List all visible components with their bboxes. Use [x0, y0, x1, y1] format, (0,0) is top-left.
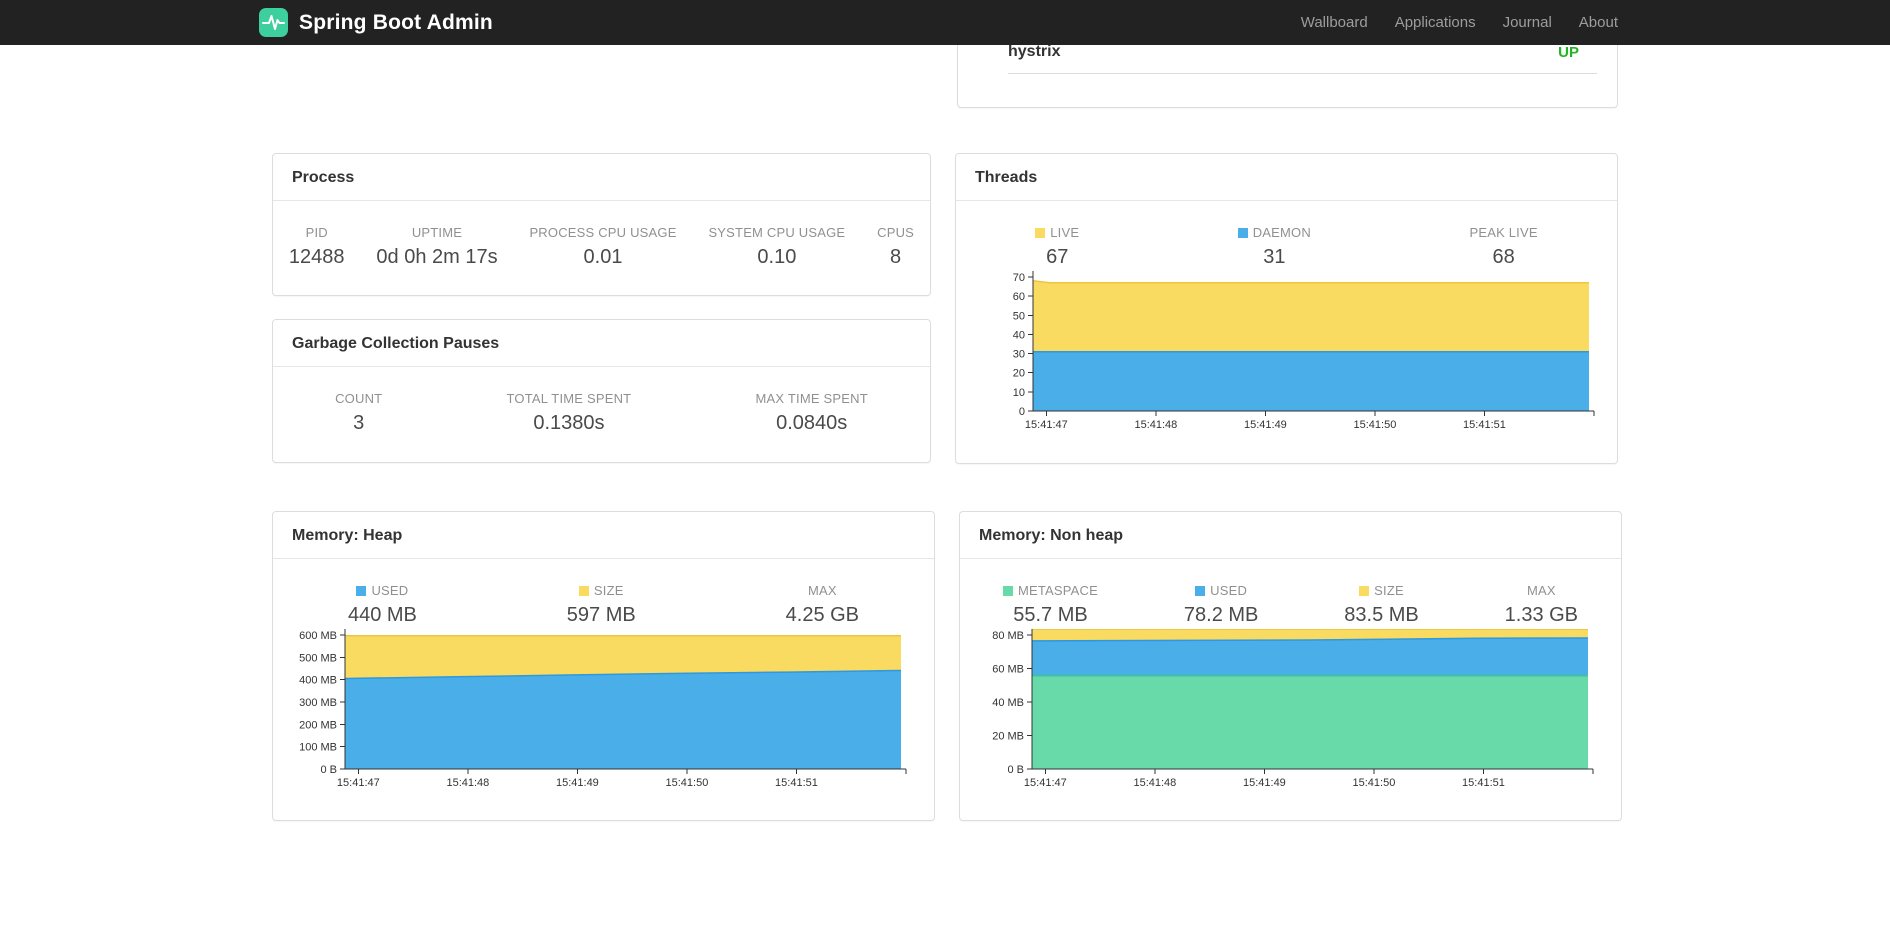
- threads-panel: Threads LIVE 67 DAEMON 31 PEAK LIVE 68 0…: [955, 153, 1618, 464]
- process-panel-title: Process: [273, 154, 930, 201]
- memory-nonheap-title: Memory: Non heap: [960, 512, 1621, 559]
- svg-text:0 B: 0 B: [1007, 764, 1024, 776]
- svg-text:15:41:51: 15:41:51: [1462, 777, 1505, 789]
- svg-text:400 MB: 400 MB: [299, 675, 337, 687]
- brand-title: Spring Boot Admin: [299, 10, 493, 34]
- svg-text:50: 50: [1013, 310, 1025, 322]
- stat-heap-size: SIZE 597 MB: [566, 583, 636, 626]
- nav-item-about[interactable]: About: [1579, 14, 1618, 31]
- gc-stats: COUNT 3 TOTAL TIME SPENT 0.1380s MAX TIM…: [273, 367, 930, 435]
- heap-memory-chart: 0 B 100 MB 200 MB 300 MB 400 MB 500 MB 600 MB 1…: [273, 629, 934, 801]
- used-legend-swatch: [356, 586, 367, 596]
- nav-item-applications[interactable]: Applications: [1395, 14, 1476, 31]
- metaspace-legend-swatch: [1002, 586, 1013, 596]
- nonheap-used-legend-swatch: [1195, 586, 1206, 596]
- svg-text:15:41:48: 15:41:48: [446, 777, 489, 789]
- svg-text:20 MB: 20 MB: [992, 731, 1024, 743]
- stat-metaspace: METASPACE 55.7 MB: [1002, 583, 1098, 627]
- svg-text:15:41:47: 15:41:47: [1025, 419, 1068, 431]
- svg-text:15:41:49: 15:41:49: [556, 777, 599, 789]
- threads-stats: LIVE 67 DAEMON 31 PEAK LIVE 68: [956, 201, 1617, 269]
- brand-logo-icon: [258, 7, 289, 38]
- gc-panel-title: Garbage Collection Pauses: [273, 320, 930, 367]
- svg-text:40 MB: 40 MB: [992, 697, 1024, 709]
- stat-pid: PID 12488: [288, 225, 345, 268]
- stat-count: COUNT 3: [335, 391, 383, 434]
- svg-text:60: 60: [1013, 291, 1025, 303]
- svg-text:60 MB: 60 MB: [992, 664, 1024, 676]
- nonheap-memory-chart: 0 B 20 MB 40 MB 60 MB 80 MB 15:41:47 15:41:48 1…: [960, 629, 1621, 801]
- svg-text:0: 0: [1019, 406, 1025, 418]
- svg-text:15:41:48: 15:41:48: [1133, 777, 1176, 789]
- stat-total-time-spent: TOTAL TIME SPENT 0.1380s: [506, 391, 632, 434]
- stat-nonheap-used: USED 78.2 MB: [1183, 583, 1259, 626]
- nav-links: Wallboard Applications Journal About: [1301, 14, 1618, 31]
- svg-text:15:41:49: 15:41:49: [1244, 419, 1287, 431]
- navbar: Spring Boot Admin Wallboard Applications…: [0, 0, 1890, 45]
- svg-text:40: 40: [1013, 329, 1025, 341]
- stat-nonheap-max: MAX 1.33 GB: [1504, 583, 1579, 626]
- stat-cpus: CPUS 8: [877, 225, 915, 268]
- svg-text:15:41:50: 15:41:50: [1353, 777, 1396, 789]
- nav-item-wallboard[interactable]: Wallboard: [1301, 14, 1368, 31]
- svg-text:15:41:47: 15:41:47: [1024, 777, 1067, 789]
- threads-panel-title: Threads: [956, 154, 1617, 201]
- stat-uptime: UPTIME 0d 0h 2m 17s: [376, 225, 498, 268]
- svg-text:70: 70: [1013, 272, 1025, 284]
- memory-nonheap-panel: Memory: Non heap METASPACE 55.7 MB USED …: [959, 511, 1622, 821]
- status-badge-up: UP: [1558, 43, 1579, 61]
- memory-heap-panel: Memory: Heap USED 440 MB SIZE 597 MB MAX…: [272, 511, 935, 821]
- stat-live-threads: LIVE 67: [1035, 225, 1079, 269]
- svg-text:15:41:48: 15:41:48: [1134, 419, 1177, 431]
- nav-item-journal[interactable]: Journal: [1503, 14, 1552, 31]
- svg-text:15:41:51: 15:41:51: [1463, 419, 1506, 431]
- threads-chart: 0 10 20 30 40 50 60 70 15:41:47 15:41:48 15:41:49 1…: [956, 271, 1617, 443]
- nonheap-size-legend-swatch: [1359, 586, 1370, 596]
- stat-system-cpu-usage: SYSTEM CPU USAGE 0.10: [708, 225, 846, 268]
- svg-text:15:41:50: 15:41:50: [666, 777, 709, 789]
- svg-text:80 MB: 80 MB: [992, 630, 1024, 642]
- svg-text:300 MB: 300 MB: [299, 697, 337, 709]
- process-stats: PID 12488 UPTIME 0d 0h 2m 17s PROCESS CP…: [273, 201, 930, 269]
- stat-nonheap-size: SIZE 83.5 MB: [1344, 583, 1419, 626]
- stat-peak-live-threads: PEAK LIVE 68: [1469, 225, 1538, 268]
- svg-text:15:41:50: 15:41:50: [1354, 419, 1397, 431]
- svg-text:20: 20: [1013, 368, 1025, 380]
- stat-process-cpu-usage: PROCESS CPU USAGE 0.01: [529, 225, 677, 268]
- stat-heap-used: USED 440 MB: [347, 583, 417, 626]
- navbar-inner: Spring Boot Admin Wallboard Applications…: [259, 0, 1618, 45]
- live-legend-swatch: [1035, 228, 1046, 238]
- brand-link[interactable]: Spring Boot Admin: [258, 7, 493, 38]
- spacer-column: [272, 45, 933, 108]
- nonheap-stats: METASPACE 55.7 MB USED 78.2 MB SIZE 83.5…: [960, 559, 1621, 627]
- svg-text:15:41:49: 15:41:49: [1243, 777, 1286, 789]
- heap-stats: USED 440 MB SIZE 597 MB MAX 4.25 GB: [273, 559, 934, 627]
- stat-heap-max: MAX 4.25 GB: [785, 583, 860, 626]
- main-content: hystrix UP Process PID 12488 UPTIME 0d 0…: [272, 0, 1622, 821]
- svg-text:600 MB: 600 MB: [299, 630, 337, 642]
- gc-pauses-panel: Garbage Collection Pauses COUNT 3 TOTAL …: [272, 319, 931, 463]
- size-legend-swatch: [578, 586, 589, 596]
- svg-text:100 MB: 100 MB: [299, 742, 337, 754]
- stat-max-time-spent: MAX TIME SPENT 0.0840s: [755, 391, 868, 434]
- health-row-hystrix: hystrix UP: [1008, 43, 1597, 74]
- memory-heap-title: Memory: Heap: [273, 512, 934, 559]
- svg-text:30: 30: [1013, 349, 1025, 361]
- svg-text:500 MB: 500 MB: [299, 652, 337, 664]
- svg-text:0 B: 0 B: [320, 764, 337, 776]
- health-item-label: hystrix: [1008, 43, 1061, 60]
- daemon-legend-swatch: [1237, 228, 1248, 238]
- svg-text:10: 10: [1013, 387, 1025, 399]
- svg-text:15:41:51: 15:41:51: [775, 777, 818, 789]
- process-panel: Process PID 12488 UPTIME 0d 0h 2m 17s PR…: [272, 153, 931, 296]
- svg-text:200 MB: 200 MB: [299, 719, 337, 731]
- svg-text:15:41:47: 15:41:47: [337, 777, 380, 789]
- stat-daemon-threads: DAEMON 31: [1237, 225, 1311, 269]
